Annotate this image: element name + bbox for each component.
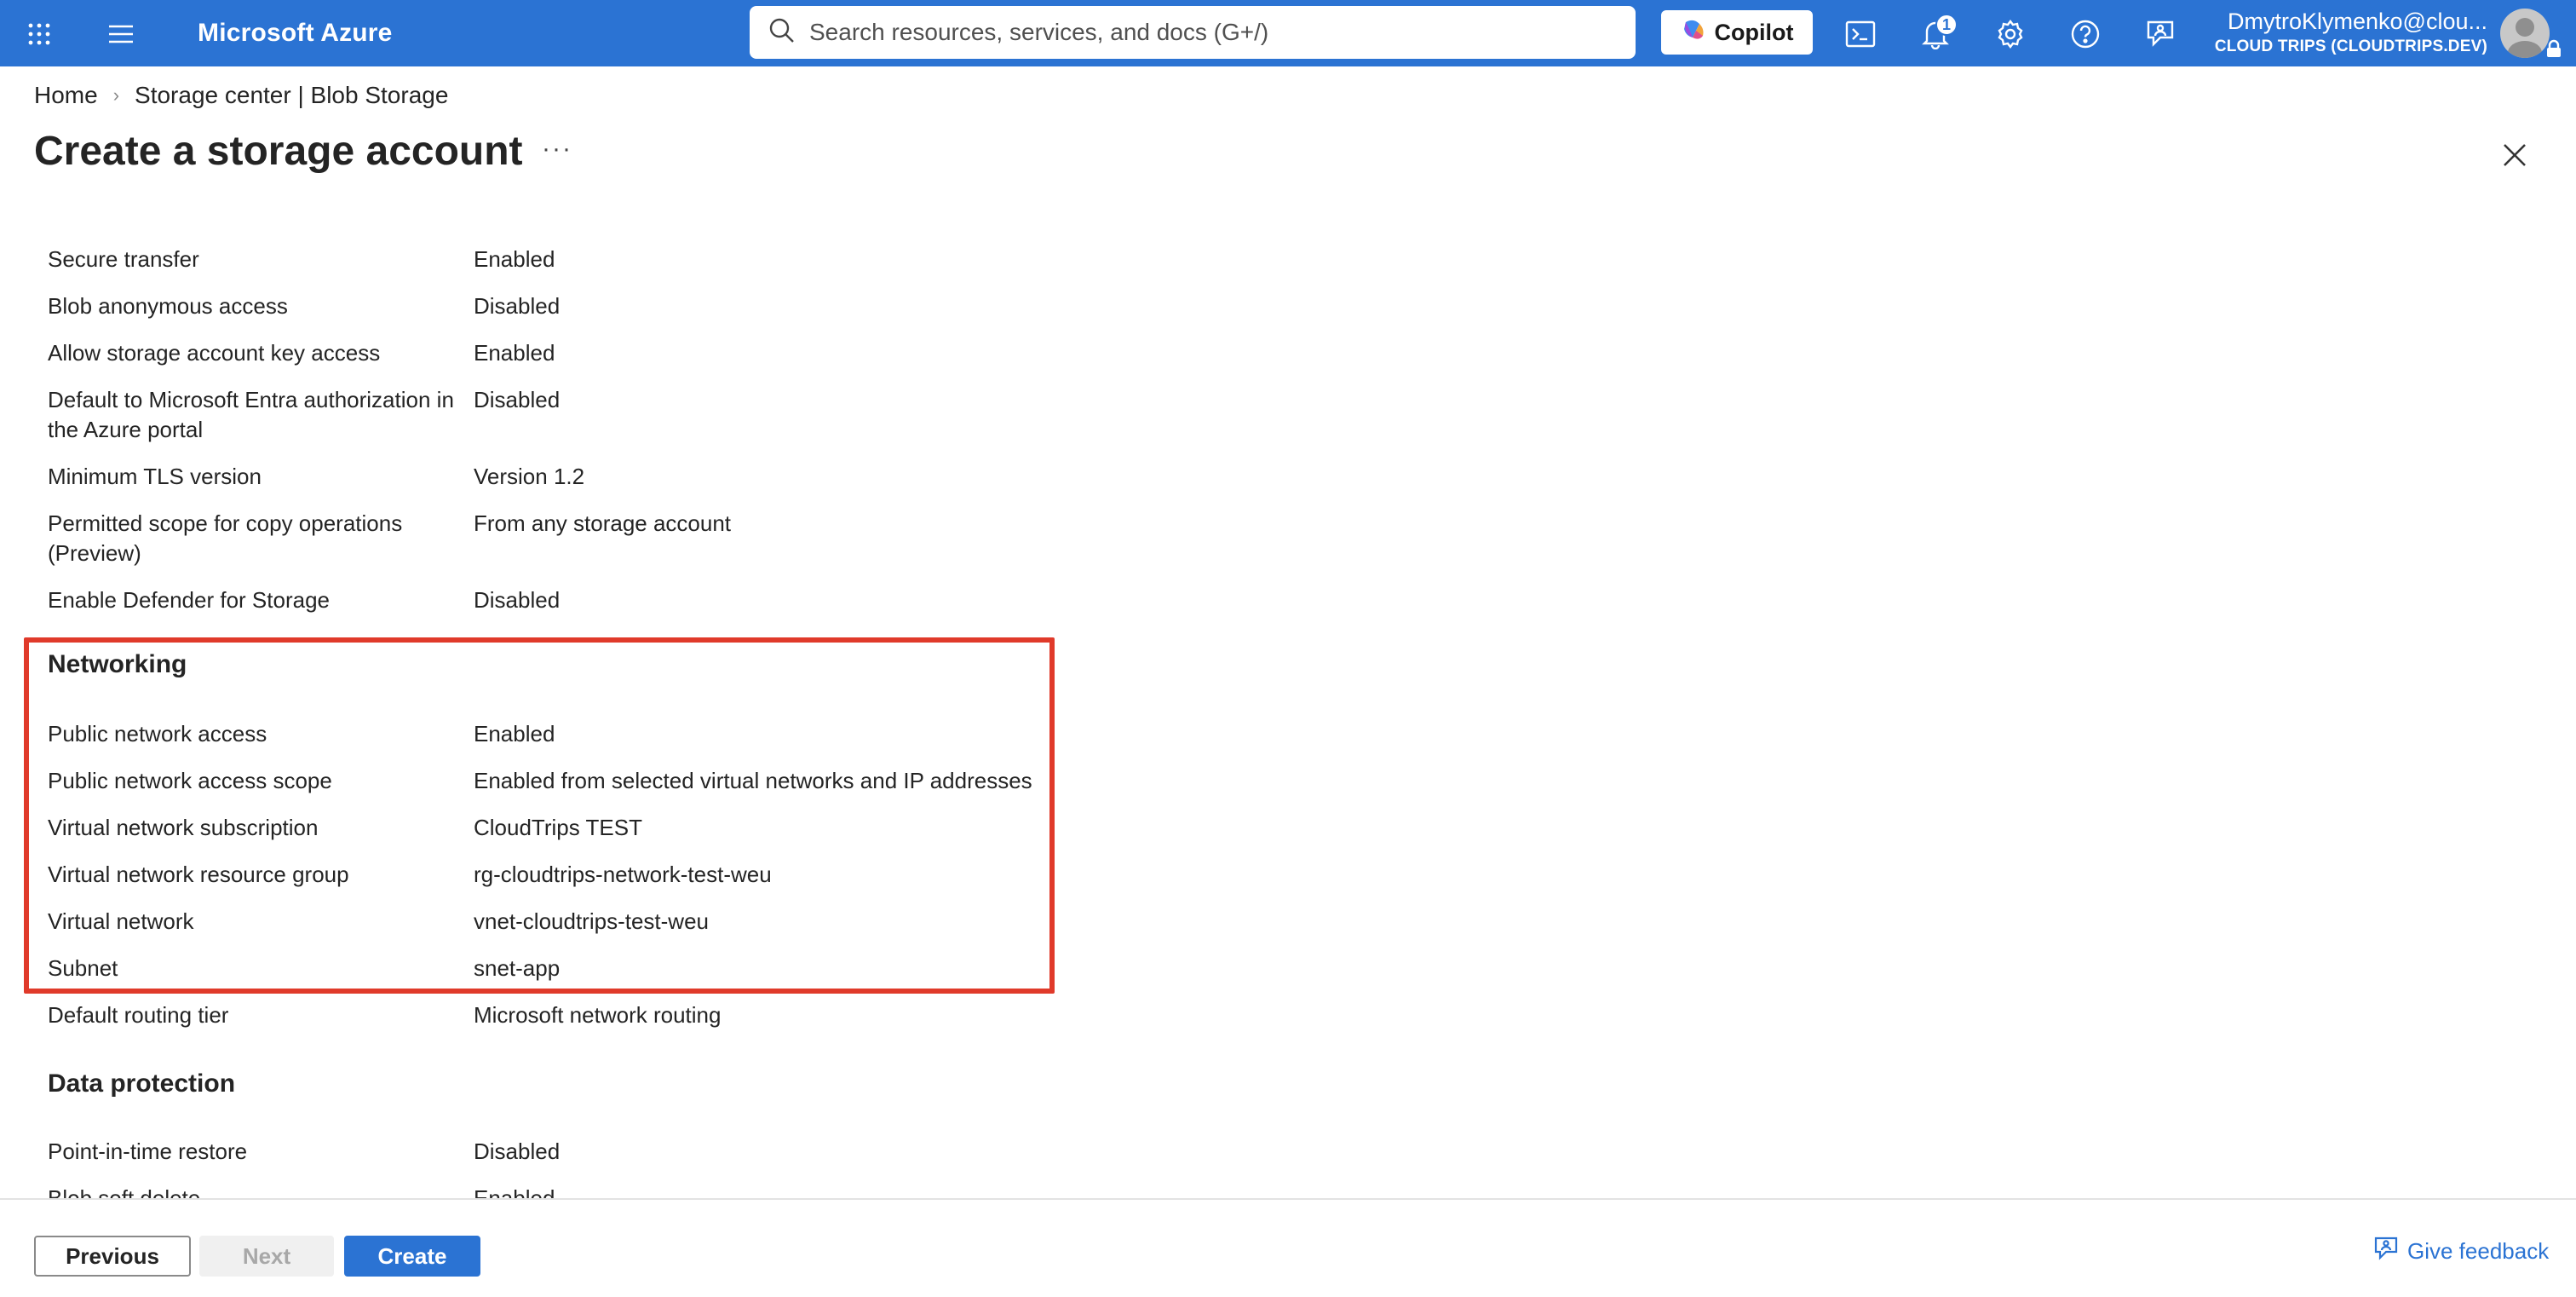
row-value: Microsoft network routing: [474, 1002, 722, 1028]
row-value: CloudTrips TEST: [474, 815, 642, 840]
row-value: snet-app: [474, 955, 561, 981]
top-navigation-bar: Microsoft Azure Copilot 1: [0, 0, 2576, 66]
create-button[interactable]: Create: [344, 1236, 480, 1277]
row-label: Blob anonymous access: [48, 293, 288, 319]
avatar[interactable]: [2500, 9, 2550, 58]
row-value: Enabled: [474, 246, 555, 272]
previous-button[interactable]: Previous: [34, 1236, 191, 1277]
account-tenant: CLOUD TRIPS (CLOUDTRIPS.DEV): [2214, 37, 2487, 55]
lock-icon: [2545, 39, 2562, 58]
copilot-icon: [1681, 17, 1706, 49]
row-label: Permitted scope for copy operations (Pre…: [48, 510, 403, 566]
give-feedback-link[interactable]: Give feedback: [2373, 1236, 2549, 1267]
row-value: Disabled: [474, 293, 561, 319]
row-label: Virtual network resource group: [48, 862, 349, 887]
row-value: From any storage account: [474, 510, 732, 536]
row-value: Disabled: [474, 587, 561, 613]
help-icon[interactable]: [2067, 15, 2104, 53]
row-value: rg-cloudtrips-network-test-weu: [474, 862, 772, 887]
row-label: Enable Defender for Storage: [48, 587, 330, 613]
wizard-footer: Previous Next Create Give feedback: [0, 1198, 2576, 1297]
row-label: Blob soft delete: [48, 1185, 201, 1198]
row-label: Default routing tier: [48, 1002, 229, 1028]
row-value: Enabled: [474, 340, 555, 366]
row-label: Virtual network subscription: [48, 815, 319, 840]
row-label: Default to Microsoft Entra authorization…: [48, 387, 454, 442]
row-value: vnet-cloudtrips-test-weu: [474, 908, 709, 934]
search-icon: [768, 17, 796, 49]
cloud-shell-icon[interactable]: [1842, 15, 1879, 53]
global-search[interactable]: [750, 6, 1636, 59]
row-label: Minimum TLS version: [48, 464, 262, 489]
breadcrumb-separator: ›: [112, 84, 120, 106]
page-title: Create a storage account: [34, 129, 523, 174]
portal-menu-icon[interactable]: [104, 17, 138, 51]
row-label: Public network access: [48, 721, 267, 746]
row-label: Virtual network: [48, 908, 194, 934]
row-value: Disabled: [474, 387, 561, 412]
row-label: Secure transfer: [48, 246, 199, 272]
section-title-networking: Networking: [48, 650, 187, 678]
more-options-button[interactable]: ···: [542, 135, 572, 164]
row-label: Public network access scope: [48, 768, 332, 793]
section-title-data-protection: Data protection: [48, 1069, 236, 1098]
breadcrumb-storage-center[interactable]: Storage center | Blob Storage: [135, 82, 448, 109]
settings-gear-icon[interactable]: [1992, 15, 2029, 53]
breadcrumb-home[interactable]: Home: [34, 82, 98, 109]
review-summary[interactable]: Secure transfer Enabled Blob anonymous a…: [0, 230, 2576, 1198]
copilot-button[interactable]: Copilot: [1661, 10, 1813, 55]
row-value: Version 1.2: [474, 464, 585, 489]
row-value: Enabled: [474, 721, 555, 746]
row-value: Enabled from selected virtual networks a…: [474, 768, 1032, 793]
notifications-icon[interactable]: 1: [1917, 14, 1958, 53]
row-value: Disabled: [474, 1138, 561, 1164]
row-label: Allow storage account key access: [48, 340, 381, 366]
row-value: Enabled: [474, 1185, 555, 1198]
feedback-person-icon[interactable]: [2142, 15, 2179, 53]
notification-count-badge: 1: [1935, 14, 1958, 36]
feedback-icon: [2373, 1236, 2399, 1267]
account-name: DmytroKlymenko@clou...: [2228, 9, 2487, 34]
app-launcher-icon[interactable]: [22, 17, 56, 51]
breadcrumb: Home › Storage center | Blob Storage: [34, 82, 448, 109]
row-label: Point-in-time restore: [48, 1138, 248, 1164]
search-input[interactable]: [809, 19, 1627, 46]
next-button[interactable]: Next: [199, 1236, 334, 1277]
give-feedback-label: Give feedback: [2407, 1238, 2550, 1264]
row-label: Subnet: [48, 955, 118, 981]
close-icon[interactable]: [2496, 136, 2533, 174]
account-info[interactable]: DmytroKlymenko@clou... CLOUD TRIPS (CLOU…: [2206, 7, 2487, 58]
brand-title[interactable]: Microsoft Azure: [198, 17, 393, 49]
copilot-label: Copilot: [1714, 19, 1794, 45]
